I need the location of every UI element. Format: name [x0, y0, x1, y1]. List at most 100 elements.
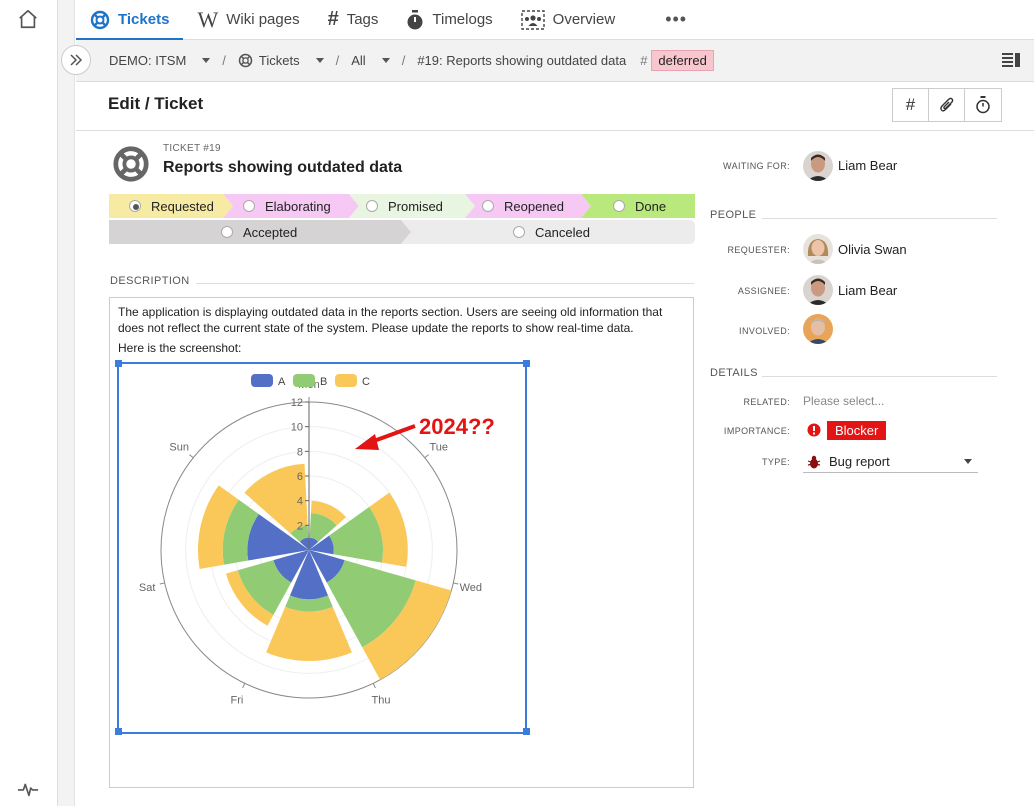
importance-badge[interactable]: Blocker	[827, 421, 887, 440]
details-divider	[762, 376, 997, 377]
breadcrumb-tickets[interactable]: Tickets	[238, 53, 324, 68]
radial-tick-label: 6	[297, 471, 303, 483]
bar-segment	[266, 606, 352, 661]
type-select[interactable]: Bug report	[803, 451, 978, 473]
category-label: Sun	[169, 442, 189, 454]
breadcrumb-separator: /	[401, 53, 406, 68]
state-label: Requested	[151, 198, 214, 214]
state-canceled[interactable]: Canceled	[513, 220, 590, 244]
avatar[interactable]	[803, 314, 833, 344]
description-text-2: Here is the screenshot:	[118, 341, 242, 355]
breadcrumb-project[interactable]: DEMO: ITSM	[109, 53, 211, 68]
workflow-states: Requested Elaborating Promised Reopened …	[109, 194, 695, 244]
panel-toggle-icon[interactable]	[1002, 52, 1020, 68]
sidebar-gutter	[58, 0, 75, 806]
state-label: Canceled	[535, 224, 590, 240]
tab-timelogs-label: Timelogs	[432, 11, 493, 28]
angle-tick	[372, 683, 376, 689]
avatar[interactable]	[803, 151, 833, 181]
breadcrumb-separator: /	[335, 53, 340, 68]
legend-swatch	[293, 374, 315, 387]
requester-name[interactable]: Olivia Swan	[838, 242, 907, 257]
avatar-olivia-icon	[803, 234, 833, 264]
category-label: Sat	[139, 582, 156, 594]
radio	[513, 226, 525, 238]
state-label: Promised	[388, 198, 443, 214]
double-chevron-right-icon	[70, 54, 83, 66]
top-tabs: Tickets W Wiki pages # Tags Timelogs Ove…	[76, 0, 1034, 40]
chevron-down-icon	[202, 58, 211, 63]
attach-button[interactable]	[929, 89, 965, 121]
state-label: Accepted	[243, 224, 298, 240]
category-label: Wed	[460, 582, 482, 594]
more-tabs-button[interactable]: •••	[629, 0, 707, 39]
resize-handle[interactable]	[115, 360, 122, 367]
annotation-arrow-head	[355, 434, 379, 450]
radio	[366, 200, 378, 212]
related-select[interactable]: Please select...	[803, 394, 884, 408]
home-icon[interactable]	[15, 6, 41, 32]
waiting-for-name[interactable]: Liam Bear	[838, 158, 897, 173]
radio	[221, 226, 233, 238]
state-reopened[interactable]: Reopened	[482, 194, 564, 218]
tab-tags[interactable]: # Tags	[314, 0, 393, 39]
radio	[613, 200, 625, 212]
state-done[interactable]: Done	[613, 194, 666, 218]
stopwatch-icon	[976, 96, 990, 114]
avatar[interactable]	[803, 275, 833, 305]
bug-icon	[807, 455, 821, 468]
description-editor[interactable]: The application is displaying outdated d…	[109, 297, 694, 788]
importance-label: IMPORTANCE:	[723, 426, 790, 436]
tab-wiki-label: Wiki pages	[226, 11, 300, 28]
waiting-for-label: WAITING FOR:	[723, 161, 790, 171]
description-label: DESCRIPTION	[110, 275, 190, 287]
header-divider	[76, 130, 1034, 131]
assignee-name[interactable]: Liam Bear	[838, 283, 897, 298]
breadcrumb-ticket[interactable]: #19: Reports showing outdated data	[417, 53, 626, 68]
state-requested[interactable]: Requested	[129, 194, 214, 218]
people-label: PEOPLE	[710, 209, 757, 221]
stopwatch-icon	[407, 9, 423, 29]
resize-handle[interactable]	[523, 728, 530, 735]
tab-tickets[interactable]: Tickets	[76, 0, 184, 40]
tab-tickets-label: Tickets	[118, 11, 170, 28]
details-label: DETAILS	[710, 367, 758, 379]
description-text: The application is displaying outdated d…	[118, 305, 663, 335]
tab-wiki-pages[interactable]: W Wiki pages	[183, 0, 313, 39]
resize-handle[interactable]	[523, 360, 530, 367]
requester-label: REQUESTER:	[727, 245, 790, 255]
avatar[interactable]	[803, 234, 833, 264]
expand-sidebar-button[interactable]	[61, 45, 91, 75]
resize-handle[interactable]	[115, 728, 122, 735]
breadcrumb-tickets-label: Tickets	[258, 53, 300, 68]
state-accepted[interactable]: Accepted	[221, 220, 297, 244]
description-divider	[196, 283, 694, 284]
breadcrumb-filter[interactable]: All	[351, 53, 390, 68]
type-value: Bug report	[829, 454, 890, 469]
category-label: Fri	[231, 695, 244, 707]
type-label: TYPE:	[761, 457, 790, 467]
category-label: Thu	[372, 695, 391, 707]
state-label: Done	[635, 198, 667, 214]
hash-icon: #	[905, 95, 916, 114]
state-elaborating[interactable]: Elaborating	[243, 194, 331, 218]
alert-icon	[807, 423, 821, 437]
embedded-screenshot[interactable]: 24681012MonTueWedThuFriSatSunABC2024??	[117, 362, 527, 734]
angle-tick	[424, 454, 429, 459]
radial-tick-label: 12	[291, 397, 303, 409]
timelog-button[interactable]	[965, 89, 1001, 121]
hash-icon: #	[640, 53, 648, 68]
tag-badge[interactable]: deferred	[651, 50, 714, 71]
angle-tick	[189, 454, 194, 459]
lifebuoy-icon	[113, 146, 149, 182]
activity-icon[interactable]	[15, 776, 41, 802]
radial-tick-label: 4	[297, 496, 303, 508]
radio	[482, 200, 494, 212]
state-promised[interactable]: Promised	[366, 194, 443, 218]
tab-overview[interactable]: Overview	[507, 0, 630, 39]
state-label: Elaborating	[265, 198, 331, 214]
tab-timelogs[interactable]: Timelogs	[392, 0, 506, 39]
radio	[243, 200, 255, 212]
tags-button[interactable]: #	[893, 89, 929, 121]
left-rail	[0, 0, 58, 806]
